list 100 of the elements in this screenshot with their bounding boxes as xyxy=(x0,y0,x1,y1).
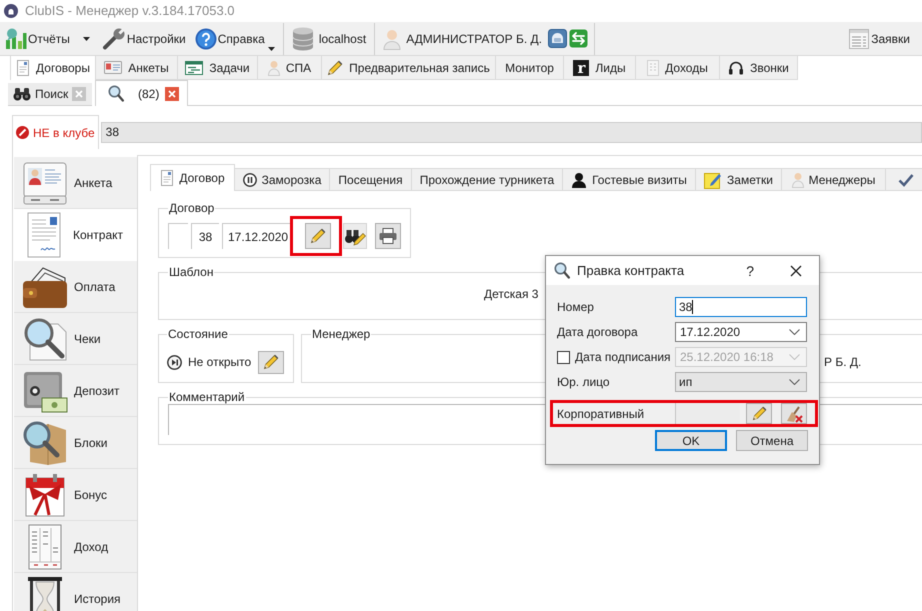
play-pause-icon xyxy=(167,354,182,370)
group-title: Шаблон xyxy=(168,265,214,279)
pencil-icon xyxy=(752,406,766,421)
window-title: ClubIS - Менеджер v.3.184.17053.0 xyxy=(25,4,235,18)
edit-button[interactable] xyxy=(305,223,331,249)
contract-tab[interactable]: Посещения xyxy=(330,168,412,191)
text-cursor xyxy=(692,300,694,314)
module-tab[interactable]: Звонки xyxy=(720,56,798,80)
help-button[interactable]: ? xyxy=(744,264,756,278)
sidebar-item[interactable]: Доход xyxy=(14,521,137,573)
manager-name: Р Б. Д. xyxy=(824,355,862,369)
task-list-icon xyxy=(185,60,204,74)
toolbar-button[interactable]: Отчёты xyxy=(3,24,72,54)
search-icon xyxy=(554,262,570,279)
status-label: НЕ в клубе xyxy=(33,126,95,140)
select-dropdown[interactable]: ип xyxy=(675,372,807,392)
number-field[interactable]: 38 xyxy=(191,223,219,249)
database-icon xyxy=(292,26,314,50)
sidebar-item[interactable]: Блоки xyxy=(14,417,137,469)
text-field[interactable] xyxy=(168,223,188,249)
contract-tab[interactable]: Гостевые визиты xyxy=(563,168,696,191)
document-icon xyxy=(160,170,174,186)
client-field[interactable]: 38 xyxy=(100,122,922,142)
pencil-icon xyxy=(327,60,344,76)
user-icon xyxy=(383,28,402,50)
close-icon xyxy=(75,90,84,98)
text-input[interactable]: 38 xyxy=(675,297,807,317)
module-tab[interactable]: Анкеты xyxy=(96,56,178,80)
module-tab[interactable]: Предварительная запись xyxy=(322,56,496,80)
binoculars-icon xyxy=(13,87,31,101)
close-icon xyxy=(790,264,802,276)
document-tab[interactable]: Поиск xyxy=(8,83,92,106)
module-tab[interactable]: Задачи xyxy=(178,56,258,80)
help-icon xyxy=(194,28,217,50)
note-pencil-icon xyxy=(704,170,722,188)
id-card-icon xyxy=(104,61,122,74)
module-tab[interactable]: Доходы xyxy=(636,56,720,80)
sidebar-item[interactable]: Депозит xyxy=(14,365,137,417)
wrench-icon xyxy=(102,28,126,50)
contract-tab[interactable]: Менеджеры xyxy=(782,168,886,191)
magnifier-icon xyxy=(22,316,68,362)
print-button[interactable] xyxy=(375,223,401,249)
ledger-icon xyxy=(647,60,660,76)
person-icon xyxy=(792,172,804,188)
dialog-button[interactable]: Отмена xyxy=(736,430,808,451)
exchange-button[interactable] xyxy=(568,29,588,48)
pencil-icon xyxy=(263,354,279,370)
search-icon xyxy=(108,85,124,102)
contract-tab[interactable]: Заметки xyxy=(696,168,782,191)
toolbar-button[interactable]: Настройки xyxy=(100,24,188,54)
app-icon xyxy=(4,4,18,18)
chevron-down-icon xyxy=(789,329,800,335)
field-label: Дата подписания xyxy=(575,350,671,364)
lock-button[interactable] xyxy=(548,29,567,48)
toolbar-button[interactable]: АДМИНИСТРАТОР Б. Д. xyxy=(381,24,544,54)
template-name: Детская 3 xyxy=(484,287,538,301)
date-dropdown[interactable]: 17.12.2020 xyxy=(675,322,807,342)
pencil-icon xyxy=(310,228,326,244)
date-field[interactable]: 17.12.2020 xyxy=(222,223,290,249)
field-label: Корпоративный xyxy=(557,406,646,420)
document-tab[interactable]: (82) xyxy=(95,80,188,106)
list-icon xyxy=(849,28,870,48)
chevron-down-icon xyxy=(789,379,800,385)
check-icon xyxy=(898,172,914,186)
sidebar-item[interactable]: Бонус xyxy=(14,469,137,521)
dialog-button[interactable]: OK xyxy=(655,430,727,451)
toolbar-button[interactable]: Справка xyxy=(192,24,277,54)
lock-icon xyxy=(548,29,567,48)
edit-button[interactable] xyxy=(258,350,284,374)
contract-tab[interactable]: Прохождение турникета xyxy=(412,168,563,191)
module-tab[interactable]: r Лиды xyxy=(564,56,636,80)
module-tab[interactable]: СПА xyxy=(258,56,322,80)
group-title: Менеджер xyxy=(311,327,372,341)
find-edit-button[interactable] xyxy=(343,223,367,249)
sidebar-item[interactable]: Анкета xyxy=(14,157,137,209)
field-label: Юр. лицо xyxy=(557,375,611,389)
edit-button[interactable] xyxy=(746,403,772,424)
sidebar-item[interactable]: История xyxy=(14,573,137,611)
contract-tab[interactable]: Заморозка xyxy=(235,168,330,191)
toolbar-button[interactable]: Заявки xyxy=(847,24,912,54)
profile-card-icon xyxy=(22,160,68,206)
logo-mark: r xyxy=(573,60,590,76)
contract-tab[interactable]: Договор xyxy=(150,164,235,191)
headset-icon xyxy=(728,60,744,76)
field-label: Номер xyxy=(557,300,595,314)
chart-icon xyxy=(5,28,27,50)
clear-button[interactable] xyxy=(781,403,807,424)
person-icon xyxy=(268,60,280,76)
module-tab[interactable]: Монитор xyxy=(496,56,564,80)
picker-field[interactable] xyxy=(675,403,740,424)
pause-icon xyxy=(242,172,257,186)
sidebar-item[interactable]: Оплата xyxy=(14,261,137,313)
dialog-title: Правка контракта xyxy=(577,264,684,278)
broom-cross-icon xyxy=(785,404,803,422)
chevron-down-icon xyxy=(789,354,800,360)
toolbar-button[interactable]: localhost xyxy=(290,24,368,54)
status-tab[interactable]: НЕ в клубе xyxy=(12,115,99,149)
close-icon xyxy=(168,90,176,98)
sidebar-item[interactable]: Чеки xyxy=(14,313,137,365)
module-tab[interactable]: Договоры xyxy=(10,56,96,80)
